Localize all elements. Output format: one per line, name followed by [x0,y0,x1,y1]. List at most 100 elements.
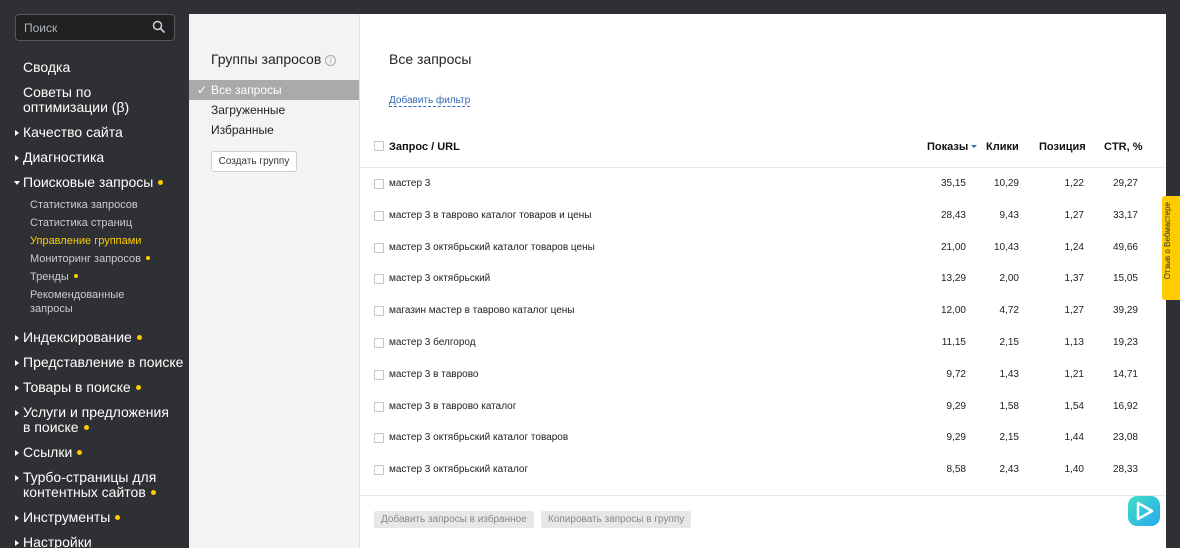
search-icon[interactable] [152,20,166,34]
table-row[interactable]: мастер 3 в таврово каталог 9,29 1,58 1,54 16… [360,391,1166,423]
sidebar-item-services-in-search[interactable]: Услуги и предложения в поиске [0,405,176,435]
row-query[interactable]: мастер 3 белгород [389,337,476,348]
column-header-shows-label: Показы [927,141,969,153]
chevron-right-icon [15,515,19,521]
chevron-right-icon [15,335,19,341]
search-input[interactable] [24,20,144,36]
row-checkbox[interactable] [374,465,384,476]
table-row[interactable]: мастер 3 в таврово 9,72 1,43 1,21 14,71 [360,359,1166,391]
sidebar-item-summary[interactable]: Сводка [0,60,189,75]
sidebar-item-label: Сводка [23,59,71,75]
row-checkbox[interactable] [374,306,384,317]
sidebar-item-label: Качество сайта [23,124,123,140]
sidebar-item-links[interactable]: Ссылки [0,445,189,460]
chat-icon[interactable] [1126,492,1162,532]
row-shows: 12,00 [940,305,966,317]
column-header-clicks[interactable]: Клики [986,141,1019,153]
row-query[interactable]: мастер 3 октябрьский [389,273,490,284]
sidebar-subitem-group-management[interactable]: Управление группами [0,232,189,250]
table-row[interactable]: мастер 3 белгород 11,15 2,15 1,13 19,23 [360,327,1166,359]
search-box[interactable] [15,14,175,41]
row-checkbox[interactable] [374,338,384,348]
sidebar-subitem-recommended-queries[interactable]: Рекомендованные запросы [0,286,130,316]
notification-dot [83,424,89,430]
column-header-ctr[interactable]: CTR, % [1104,141,1143,153]
sidebar-item-diagnostics[interactable]: Диагностика [0,150,189,165]
sidebar-item-label: Настройки [23,534,92,548]
row-clicks: 1,43 [999,368,1019,380]
row-checkbox[interactable] [374,401,384,412]
row-shows: 21,00 [940,241,966,253]
feedback-tab-label: Отзыв о Вебмастере [1163,202,1172,280]
sidebar-item-label: Представление в поиске [23,354,184,370]
sidebar-subitem-query-monitoring[interactable]: Мониторинг запросов [0,250,189,268]
group-item-label: Загруженные [211,103,286,117]
sidebar-item-indexing[interactable]: Индексирование [0,330,189,345]
row-query[interactable]: мастер 3 октябрьский каталог товаров [389,432,568,443]
table-row[interactable]: мастер 3 октябрьский каталог товаров 9,29… [360,422,1166,454]
sidebar-item-optimization-tips[interactable]: Советы по оптимизации (β) [0,85,130,115]
checkmark-icon: ✓ [197,83,208,97]
row-clicks: 10,29 [993,178,1019,189]
table-row[interactable]: мастер 3 октябрьский каталог товаров цен… [360,232,1166,264]
sidebar-item-search-appearance[interactable]: Представление в поиске [0,355,189,370]
group-item-favorites[interactable]: Избранные [189,120,359,140]
add-to-favorites-button[interactable]: Добавить запросы в избранное [374,511,534,528]
row-checkbox[interactable] [374,433,384,444]
query-groups-panel: Группы запросов i ✓ Все запросы Загруженн… [189,14,360,548]
notification-dot [146,256,150,261]
sidebar-item-site-quality[interactable]: Качество сайта [0,125,189,140]
chevron-right-icon [15,360,19,366]
sidebar-subitem-query-stats[interactable]: Статистика запросов [0,196,189,214]
sidebar-item-products-in-search[interactable]: Товары в поиске [0,380,189,395]
group-item-uploaded[interactable]: Загруженные [189,100,359,120]
row-checkbox[interactable] [374,242,384,253]
row-checkbox[interactable] [374,274,384,285]
sidebar-item-label: Поисковые запросы [23,174,154,190]
feedback-tab[interactable]: Отзыв о Вебмастере [1162,196,1180,300]
sidebar-item-search-queries[interactable]: Поисковые запросы [0,175,189,190]
column-header-query[interactable]: Запрос / URL [389,141,460,153]
select-all-checkbox[interactable] [374,141,384,151]
page-title: Все запросы [389,51,472,67]
sidebar-subitem-label: Тренды [30,271,69,283]
sidebar: Сводка Советы по оптимизации (β) Качеств… [0,0,189,548]
row-checkbox[interactable] [374,179,384,189]
row-clicks: 2,00 [999,273,1019,285]
row-query[interactable]: мастер 3 в таврово каталог товаров и цен… [389,210,591,221]
row-ctr: 23,08 [1112,432,1138,444]
copy-to-group-button[interactable]: Копировать запросы в группу [541,511,692,528]
sidebar-subitem-trends[interactable]: Тренды [0,268,189,286]
sidebar-item-label: Инструменты [23,509,111,525]
sidebar-item-tools[interactable]: Инструменты [0,510,189,525]
column-header-position[interactable]: Позиция [1039,141,1086,153]
group-item-all-queries[interactable]: ✓ Все запросы [189,80,359,100]
row-query[interactable]: магазин мастер в таврово каталог цены [389,305,574,316]
create-group-button[interactable]: Создать группу [211,151,297,172]
table-row[interactable]: мастер 3 октябрьский каталог 8,58 2,43 1,40… [360,454,1166,486]
row-query[interactable]: мастер 3 октябрьский каталог товаров цен… [389,242,595,253]
info-icon[interactable]: i [325,55,337,66]
table-row[interactable]: магазин мастер в таврово каталог цены 12,… [360,295,1166,327]
sort-down-icon [971,145,978,148]
column-header-shows[interactable]: Показы [927,141,978,153]
row-query[interactable]: мастер 3 в таврово каталог [389,401,516,412]
row-clicks: 2,15 [999,337,1019,348]
row-ctr: 15,05 [1112,273,1138,285]
row-query[interactable]: мастер 3 октябрьский каталог [389,464,528,475]
row-checkbox[interactable] [374,210,384,221]
sidebar-subitem-page-stats[interactable]: Статистика страниц [0,214,189,232]
row-query[interactable]: мастер 3 в таврово [389,369,478,380]
sidebar-item-turbo-pages[interactable]: Турбо-страницы для контентных сайтов [0,470,160,500]
sidebar-subitem-label: Мониторинг запросов [30,253,141,265]
row-query[interactable]: мастер 3 [389,178,430,189]
table-row[interactable]: мастер 3 35,15 10,29 1,22 29,27 [360,168,1166,200]
sidebar-item-settings[interactable]: Настройки [0,535,189,548]
row-checkbox[interactable] [374,369,384,380]
add-filter-link[interactable]: Добавить фильтр [389,95,471,107]
table-row[interactable]: мастер 3 октябрьский 13,29 2,00 1,37 15,05 [360,263,1166,295]
table-row[interactable]: мастер 3 в таврово каталог товаров и цен… [360,200,1166,232]
row-ctr: 28,33 [1112,464,1138,476]
row-position: 1,40 [1064,464,1084,476]
sidebar-item-label: Советы по оптимизации (β) [23,84,130,115]
